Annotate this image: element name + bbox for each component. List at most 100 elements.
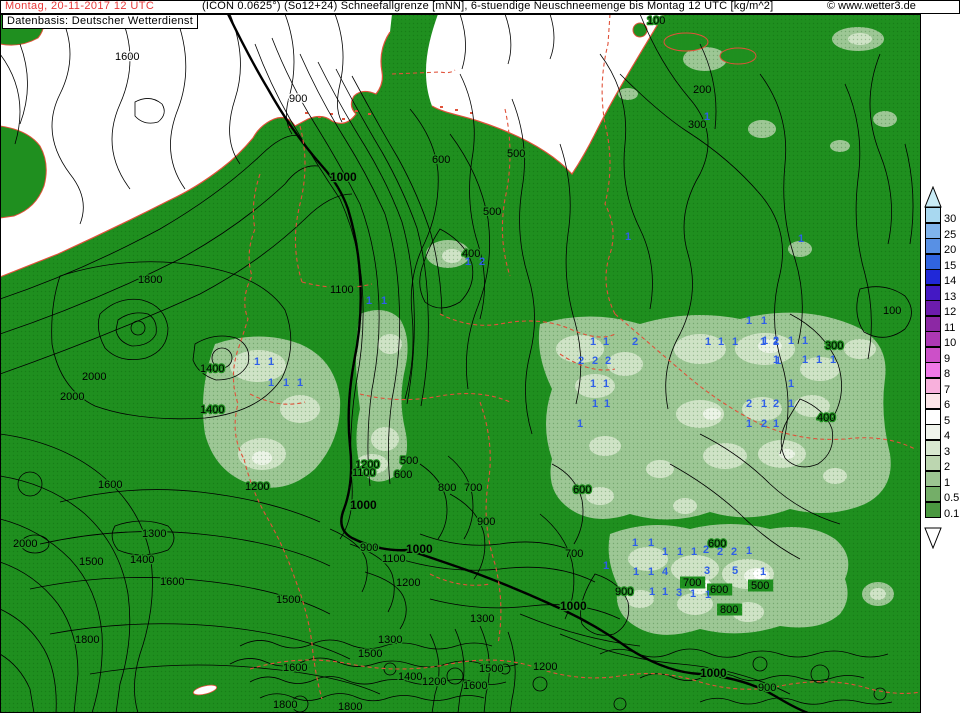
legend-color-box: [925, 253, 941, 270]
snow-amount-value: 3: [704, 565, 710, 577]
legend-color-box: [925, 346, 941, 363]
snow-amount-value: 1: [381, 295, 387, 307]
snow-amount-value: 2: [746, 398, 752, 410]
snow-amount-value: 1: [746, 315, 752, 327]
bold-contour-label: 1000: [350, 498, 377, 512]
bold-contour-label: 1000: [700, 666, 727, 680]
legend-color-box: [925, 331, 941, 347]
snow-amount-value: 1: [590, 336, 596, 348]
contour-label: 1200: [396, 577, 420, 589]
legend-arrow-down-icon: [924, 527, 942, 549]
contour-label: 1800: [75, 634, 99, 646]
snow-amount-value: 1: [746, 418, 752, 430]
legend-value-label: 11: [944, 321, 956, 334]
snow-amount-value: 1: [632, 537, 638, 549]
legend-value-label: 20: [944, 244, 957, 256]
legend-color-box: [925, 439, 941, 456]
legend-color-box: [925, 300, 941, 316]
legend-value-label: 5: [944, 414, 951, 427]
contour-label: 1600: [98, 479, 122, 491]
snow-amount-value: 1: [625, 231, 631, 243]
legend-value-label: 6: [944, 399, 951, 411]
legend-value-label: 3: [944, 445, 951, 458]
snow-amount-value: 1: [788, 335, 794, 347]
contour-label: 700: [464, 482, 482, 494]
legend-color-box: [925, 362, 941, 378]
contour-label: 2000: [60, 391, 84, 403]
snow-amount-value: 5: [732, 565, 738, 577]
contour-label: 1400: [130, 554, 154, 566]
legend-color-box: [925, 408, 941, 425]
snow-amount-value: 1: [802, 335, 808, 347]
contour-label: 100: [647, 15, 665, 27]
snow-amount-value: 1: [788, 378, 794, 390]
contour-label: 800: [438, 482, 456, 494]
contour-label: 1400: [200, 404, 224, 416]
contour-label: 1800: [138, 274, 162, 286]
snow-amount-value: 1: [633, 566, 639, 578]
snow-amount-value: 1: [677, 546, 683, 558]
snow-amount-value: 1: [603, 336, 609, 348]
contour-label: 1200: [245, 481, 269, 493]
island: [663, 32, 709, 52]
contour-label: 1400: [398, 671, 422, 683]
snow-amount-value: 1: [268, 356, 274, 368]
bold-contour-label: 1000: [330, 170, 357, 184]
snow-amount-value: 1: [662, 546, 668, 558]
legend-value-label: 25: [944, 228, 957, 241]
legend-color-box: [925, 284, 941, 301]
contour-label: 900: [615, 586, 633, 598]
contour-label: 1200: [422, 676, 446, 688]
snow-amount-value: 1: [773, 354, 779, 366]
snow-amount-value: 1: [691, 546, 697, 558]
map-area: 700 600 500 800 1600 900 100 600 500 500 400 200 30…: [0, 13, 921, 714]
contour-label: 1500: [276, 594, 300, 606]
legend-value-label: 7: [944, 383, 951, 396]
snow-amount-value: 1: [590, 378, 596, 390]
snow-amount-value: 1: [732, 336, 738, 348]
contour-label: 1400: [200, 363, 224, 375]
legend-value-label: 2: [944, 461, 951, 473]
snow-amount-value: 3: [676, 587, 682, 599]
contour-label: 500: [400, 455, 418, 467]
island: [719, 47, 757, 65]
legend-color-box: [925, 377, 941, 394]
snow-amount-value: 1: [705, 336, 711, 348]
contour-label: 900: [360, 542, 378, 554]
legend-value-label: 13: [944, 290, 957, 303]
legend-arrow-up-icon: [924, 186, 942, 208]
snow-amount-value: 1: [465, 256, 471, 268]
legend-color-box: [925, 238, 941, 254]
header-copyright: © www.wetter3.de: [827, 0, 916, 12]
contour-label: 500: [507, 148, 525, 160]
contour-label: 1500: [358, 648, 382, 660]
contour-label: 700: [565, 548, 583, 560]
contour-label: 1100: [330, 284, 354, 296]
legend-value-label: 12: [944, 306, 957, 318]
contour-label: 1600: [160, 576, 184, 588]
snow-amount-value: 1: [283, 377, 289, 389]
weather-map: 700600 500800 1600900100600 50050040020030…: [0, 13, 921, 714]
contour-label: 600: [573, 484, 591, 496]
boxed-contour-label: 500: [751, 580, 769, 592]
snow-amount-value: 1: [704, 111, 710, 123]
boxed-contour-label: 600: [710, 584, 728, 596]
legend-color-box: [925, 486, 941, 502]
contour-label: 2000: [82, 371, 106, 383]
contour-label: 1800: [273, 699, 297, 711]
snow-amount-value: 1: [788, 398, 794, 410]
contour-label: 1600: [115, 51, 139, 63]
snow-amount-value: 1: [761, 315, 767, 327]
legend-color-box: [925, 424, 941, 440]
contour-label: 1600: [283, 662, 307, 674]
legend-color-box: [925, 501, 941, 518]
snow-amount-value: 1: [690, 588, 696, 600]
snow-amount-value: 1: [577, 418, 583, 430]
snow-amount-value: 2: [773, 335, 779, 347]
snow-amount-value: 1: [830, 354, 836, 366]
contour-label: 900: [289, 93, 307, 105]
contour-label: 600: [432, 154, 450, 166]
snow-amount-value: 1: [603, 378, 609, 390]
legend-value-label: 8: [944, 368, 951, 380]
bold-contour-label: 1000: [560, 599, 587, 613]
